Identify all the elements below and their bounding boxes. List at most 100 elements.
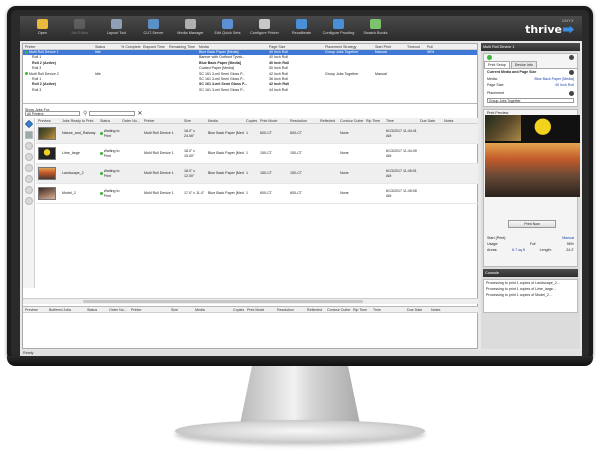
start-print-label: Start (Print): — [487, 236, 507, 240]
placement-settings-icon[interactable] — [569, 91, 574, 96]
job-row[interactable]: Landscape_2 Waiting to Print Multi Roll De… — [36, 164, 478, 184]
printer-filter-select[interactable]: All Printers — [25, 111, 80, 116]
buffered-col-header[interactable]: Rip Time — [351, 307, 371, 312]
media-settings-icon[interactable] — [569, 70, 574, 75]
job-cell: 6/13/2017 11:45:01 AM — [386, 168, 417, 178]
job-row[interactable]: Nature_and_Railway Waiting to Print Multi … — [36, 124, 478, 144]
folder-icon — [37, 19, 48, 29]
page-size-label: Page Size: — [487, 83, 505, 87]
print-now-button[interactable]: Print Now — [508, 220, 556, 228]
printer-cell — [141, 88, 167, 93]
buffered-col-header[interactable]: Due Date — [405, 307, 429, 312]
buffered-col-header[interactable]: Printer — [129, 307, 169, 312]
job-thumbnail — [38, 147, 56, 160]
printers-col-header[interactable]: Status — [93, 44, 119, 49]
buffered-col-header[interactable]: Size — [169, 307, 193, 312]
job-cell: Lime_large — [62, 151, 80, 156]
jobs-col-header[interactable]: Preview — [36, 118, 60, 123]
tab-print-setup[interactable]: Print Setup — [484, 61, 510, 68]
toolbar-button-open[interactable]: Open — [24, 16, 61, 35]
job-thumbnail — [38, 187, 56, 200]
job-cell: Multi Roll Device 1 — [144, 151, 174, 156]
jobs-col-header[interactable]: Rip Time — [364, 118, 384, 123]
buffered-jobs-table: Preview Buffered Jobs Status Order Nu... Pri… — [23, 306, 478, 348]
job-list-icon[interactable] — [24, 131, 33, 139]
printers-col-header[interactable]: Start Print — [373, 44, 405, 49]
print-icon[interactable] — [24, 175, 33, 183]
toolbar-button-cut-server[interactable]: CUT-Server — [135, 16, 172, 35]
buffered-col-header[interactable]: Status — [85, 307, 107, 312]
printers-col-header[interactable]: Placement Strategy — [323, 44, 373, 49]
toolbar-button-label: Configure Printer — [250, 31, 279, 35]
clear-search-icon[interactable]: ✕ — [137, 110, 142, 117]
setup-tabs: Print Setup Device Info — [484, 61, 577, 68]
buffered-col-header[interactable]: Buffered Jobs — [47, 307, 85, 312]
toolbar-button-layout-tool[interactable]: Layout Tool — [98, 16, 135, 35]
jobs-table: Preview Jobs Ready to Print Status Order Nu… — [36, 118, 478, 204]
printers-col-header[interactable]: Timeout — [405, 44, 425, 49]
printer-row[interactable]: Roll 3 SC 161 3-mil Semi Gloss P... 44 Inc… — [23, 88, 477, 93]
jobs-col-header[interactable]: Print Mode — [258, 118, 288, 123]
toolbar-button-recalibrate[interactable]: Recalibrate — [283, 16, 320, 35]
toolbar-button-job-editor[interactable]: Job Editor — [61, 16, 98, 35]
buffered-col-header[interactable]: Reflected — [305, 307, 325, 312]
job-cell: Nature_and_Railway — [62, 131, 96, 136]
start-print-value: Manual — [562, 236, 574, 240]
buffered-col-header[interactable]: Media — [193, 307, 231, 312]
move-down-icon[interactable] — [24, 153, 33, 161]
jobs-col-header[interactable]: Status — [98, 118, 120, 123]
buffered-col-header[interactable]: Print Mode — [245, 307, 275, 312]
job-row[interactable]: Lime_large Waiting to Print Multi Roll Dev… — [36, 144, 478, 164]
job-row[interactable]: Model_2 Waiting to Print Multi Roll Device… — [36, 184, 478, 204]
jobs-col-header[interactable]: Order Nu... — [120, 118, 142, 123]
jobs-col-header[interactable]: Notes — [442, 118, 458, 123]
horizontal-scrollbar[interactable] — [23, 298, 478, 304]
jobs-col-header[interactable]: Resolution — [288, 118, 318, 123]
areas-label: Areas: — [487, 248, 498, 252]
jobs-col-header[interactable]: Media — [206, 118, 244, 123]
toolbar-button-swatch-books[interactable]: Swatch Books — [357, 16, 394, 35]
buffered-col-header[interactable]: Resolution — [275, 307, 305, 312]
jobs-col-header[interactable]: Contour Cutter — [338, 118, 364, 123]
job-cell: 18.0" x 24.06" — [184, 128, 196, 138]
settings-gear-icon[interactable] — [569, 55, 574, 60]
delete-icon[interactable] — [24, 186, 33, 194]
jobs-col-header[interactable]: Jobs Ready to Print — [60, 118, 98, 123]
jobs-col-header[interactable]: Reflected — [318, 118, 338, 123]
move-up-icon[interactable] — [24, 142, 33, 150]
hold-icon[interactable] — [24, 164, 33, 172]
buffered-col-header[interactable]: Notes — [429, 307, 445, 312]
printers-col-header[interactable]: Media — [197, 44, 267, 49]
buffered-col-header[interactable]: Contour Cutter — [325, 307, 351, 312]
job-cell: 17.0" x 11.4" — [184, 191, 205, 196]
jobs-col-header[interactable]: Time — [384, 118, 418, 123]
search-input[interactable] — [89, 111, 136, 116]
jobs-col-header[interactable]: Printer — [142, 118, 182, 123]
move-job-icon[interactable] — [24, 119, 33, 129]
toolbar-button-edit-quick-sets[interactable]: Edit Quick Sets — [209, 16, 246, 35]
placement-select[interactable]: Group Jobs Together — [487, 98, 574, 103]
printers-col-header[interactable]: Remaining Time — [167, 44, 197, 49]
job-cell: Multi Roll Device 1 — [144, 171, 174, 176]
tab-device-info[interactable]: Device Info — [510, 61, 537, 68]
printers-col-header[interactable]: Pull — [425, 44, 471, 49]
buffered-col-header[interactable]: Preview — [23, 307, 47, 312]
printers-col-header[interactable]: Printer — [23, 44, 93, 49]
media-manager-icon — [185, 19, 196, 29]
buffered-col-header[interactable]: Order Nu... — [107, 307, 129, 312]
waiting-status-icon — [100, 172, 103, 175]
printers-col-header[interactable]: Page Size — [267, 44, 323, 49]
jobs-col-header[interactable]: Copies — [244, 118, 258, 123]
printers-col-header[interactable]: % Complete — [119, 44, 141, 49]
printers-col-header[interactable]: Elapsed Time — [141, 44, 167, 49]
toolbar-button-label: Job Editor — [70, 31, 89, 35]
toolbar-button-configure-proofing[interactable]: Configure Proofing — [320, 16, 357, 35]
toolbar-button-media-manager[interactable]: Media Manager — [172, 16, 209, 35]
jobs-col-header[interactable]: Due Date — [418, 118, 442, 123]
jobs-col-header[interactable]: Size — [182, 118, 206, 123]
toolbar-button-configure-printer[interactable]: Configure Printer — [246, 16, 283, 35]
buffered-col-header[interactable]: Time — [371, 307, 405, 312]
properties-icon[interactable] — [24, 197, 33, 205]
printer-icon — [259, 19, 270, 29]
buffered-col-header[interactable]: Copies — [231, 307, 245, 312]
